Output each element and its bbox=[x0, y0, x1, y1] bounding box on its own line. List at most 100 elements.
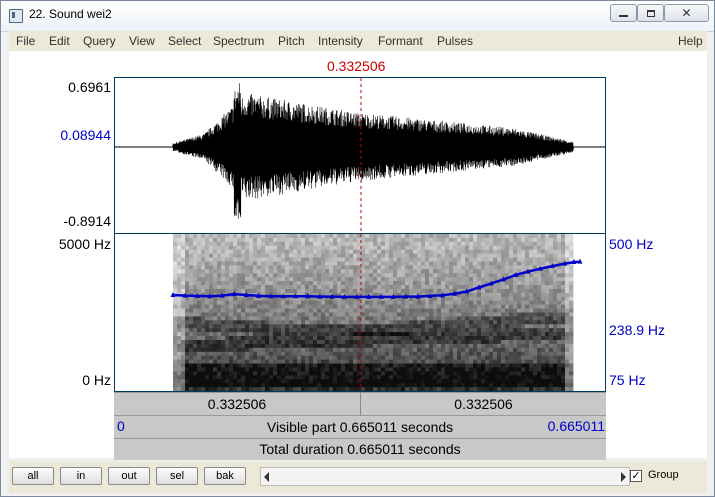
close-button[interactable]: ✕ bbox=[664, 4, 709, 22]
maximize-button[interactable] bbox=[637, 4, 664, 22]
spectrogram-cell bbox=[369, 269, 374, 274]
spectrogram-cell bbox=[181, 285, 186, 290]
menu-spectrum[interactable]: Spectrum bbox=[213, 34, 264, 48]
spectrogram-cell bbox=[505, 351, 510, 357]
spectrogram-cell bbox=[229, 257, 234, 262]
spectrogram-cell bbox=[481, 383, 486, 388]
spectrogram-cell bbox=[569, 304, 574, 309]
spectrogram-cell bbox=[349, 375, 354, 380]
zoom-in-button[interactable]: in bbox=[60, 467, 102, 485]
menu-query[interactable]: Query bbox=[83, 34, 116, 48]
spectrogram-cell bbox=[485, 312, 490, 317]
spectrogram-cell bbox=[457, 367, 462, 372]
spectrogram-cell bbox=[293, 328, 298, 333]
scroll-left-icon[interactable] bbox=[264, 472, 269, 482]
spectrogram-cell bbox=[329, 265, 334, 270]
spectrogram-cell bbox=[413, 288, 418, 294]
spectrogram-cell bbox=[361, 324, 366, 329]
spectrogram-cell bbox=[513, 320, 518, 325]
menu-view[interactable]: View bbox=[129, 34, 155, 48]
menu-select[interactable]: Select bbox=[168, 34, 201, 48]
spectrogram-cell bbox=[205, 359, 210, 364]
spectrogram-cell bbox=[397, 383, 402, 388]
menu-pulses[interactable]: Pulses bbox=[437, 34, 473, 48]
spectrogram-cell bbox=[177, 265, 182, 270]
total-duration-bar[interactable]: Total duration 0.665011 seconds bbox=[114, 438, 606, 460]
spectrogram-cell bbox=[541, 347, 546, 353]
spectrogram-cell bbox=[461, 340, 466, 345]
spectrogram-cell bbox=[345, 359, 350, 364]
spectrogram-cell bbox=[329, 379, 334, 384]
spectrogram-cell bbox=[173, 285, 178, 290]
spectrogram-cell bbox=[229, 375, 234, 380]
zoom-out-button[interactable]: out bbox=[108, 467, 150, 485]
menu-edit[interactable]: Edit bbox=[49, 34, 70, 48]
spectrogram-cell bbox=[425, 285, 430, 290]
spectrogram-cell bbox=[537, 277, 542, 282]
spectrogram-cell bbox=[257, 387, 262, 391]
spectrogram-cell bbox=[481, 237, 486, 243]
spectrogram-cell bbox=[245, 332, 250, 337]
waveform-max-label: 0.6961 bbox=[68, 79, 111, 95]
spectrogram-cell bbox=[473, 269, 478, 274]
spectrogram-cell bbox=[253, 328, 258, 333]
menu-formant[interactable]: Formant bbox=[378, 34, 423, 48]
spectrogram-cell bbox=[505, 253, 510, 258]
spectrogram-cell bbox=[341, 316, 346, 321]
spectrogram-cell bbox=[429, 320, 434, 325]
spectrogram-cell bbox=[529, 308, 534, 313]
spectrogram-cell bbox=[425, 328, 430, 333]
spectrogram-cell bbox=[565, 273, 570, 278]
spectrogram-cell bbox=[533, 336, 538, 341]
zoom-selection-button[interactable]: sel bbox=[156, 467, 198, 485]
spectrogram-cell bbox=[389, 383, 394, 388]
spectrogram-cell bbox=[261, 320, 266, 325]
spectrogram-cell bbox=[541, 308, 546, 313]
spectrogram-cell bbox=[245, 300, 250, 305]
spectrogram-cell bbox=[185, 328, 190, 333]
scroll-right-icon[interactable] bbox=[621, 472, 626, 482]
spectrogram-cell bbox=[541, 253, 546, 258]
spectrogram-cell bbox=[525, 273, 530, 278]
group-checkbox[interactable]: ✓ bbox=[630, 470, 642, 482]
spectrogram-cell bbox=[473, 387, 478, 391]
spectrogram-cell bbox=[525, 245, 530, 251]
spectrogram-cell bbox=[517, 367, 522, 372]
spectrogram-cell bbox=[417, 281, 422, 286]
navigation-bar: all in out sel bak ✓ Group bbox=[9, 461, 707, 493]
spectrogram-cell bbox=[465, 261, 470, 266]
title-bar[interactable]: 22. Sound wei2 ✕ bbox=[1, 1, 714, 32]
spectrogram-cell bbox=[201, 308, 206, 313]
spectrogram-cell bbox=[369, 351, 374, 357]
horizontal-scrollbar[interactable] bbox=[260, 467, 630, 486]
spectrogram-cell bbox=[481, 332, 486, 337]
menu-file[interactable]: File bbox=[16, 34, 35, 48]
all-button[interactable]: all bbox=[12, 467, 54, 485]
selection-left-bar[interactable]: 0.332506 bbox=[114, 392, 360, 415]
spectrogram-cell bbox=[397, 312, 402, 317]
spectrogram-cell bbox=[329, 343, 334, 349]
zoom-back-button[interactable]: bak bbox=[204, 467, 246, 485]
selection-right-bar[interactable]: 0.332506 bbox=[361, 392, 606, 415]
spectrogram-cell bbox=[513, 234, 518, 239]
menu-intensity[interactable]: Intensity bbox=[318, 34, 363, 48]
spectrogram-panel[interactable] bbox=[114, 234, 606, 392]
spectrogram-cell bbox=[525, 249, 530, 254]
spectrogram-cell bbox=[557, 308, 562, 313]
minimize-button[interactable] bbox=[610, 4, 637, 22]
waveform-panel[interactable] bbox=[114, 77, 606, 234]
spectrogram-cell bbox=[345, 324, 350, 329]
spectrogram-cell bbox=[409, 359, 414, 364]
spectrogram-cell bbox=[489, 241, 494, 247]
spectrogram-cell bbox=[341, 273, 346, 278]
spectrogram-cell bbox=[173, 336, 178, 341]
spectrogram-cell bbox=[281, 257, 286, 262]
spectrogram-cell bbox=[509, 316, 514, 321]
menu-pitch[interactable]: Pitch bbox=[278, 34, 305, 48]
spectrogram-cell bbox=[277, 265, 282, 270]
menu-help[interactable]: Help bbox=[678, 34, 703, 48]
spectrogram-cell bbox=[485, 237, 490, 243]
spectrogram-cell bbox=[373, 288, 378, 294]
spectrogram-cell bbox=[201, 285, 206, 290]
spectrogram-cell bbox=[433, 379, 438, 384]
